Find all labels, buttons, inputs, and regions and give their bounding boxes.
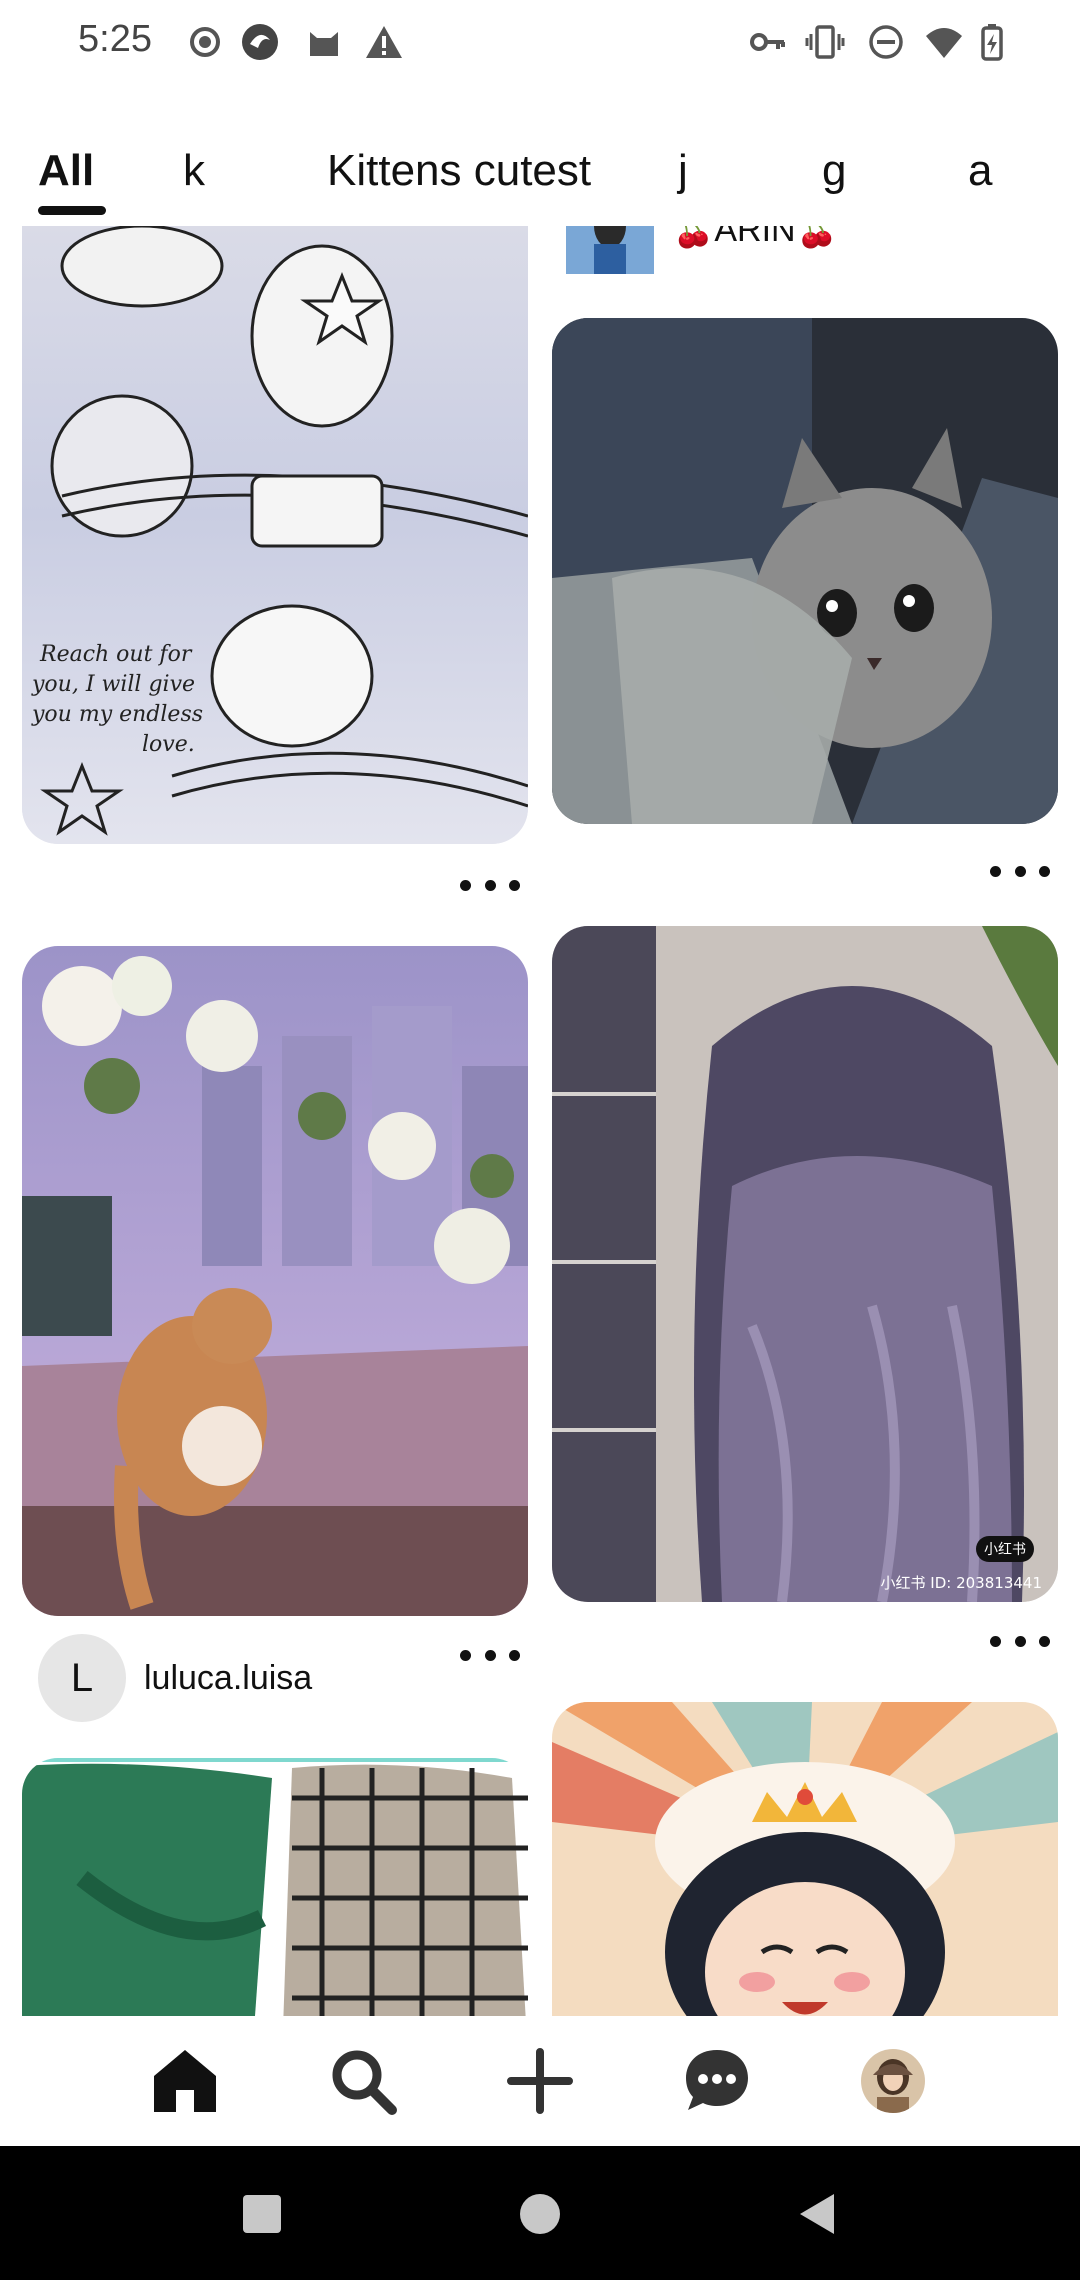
- pin-image: [22, 1758, 528, 2016]
- pin-purple-hair[interactable]: 小红书 小红书 ID: 203813441: [552, 926, 1058, 1602]
- pin-watermark: 小红书 ID: 203813441: [881, 1574, 1042, 1592]
- tab-g[interactable]: g: [822, 146, 846, 196]
- nav-search-button[interactable]: [318, 2036, 408, 2126]
- pin-image: [552, 1702, 1058, 2016]
- pin-scarves[interactable]: [22, 1758, 528, 2016]
- app-icon: [242, 24, 278, 60]
- nav-create-button[interactable]: [495, 2036, 585, 2126]
- profile-avatar: [861, 2049, 925, 2113]
- board-tabs: All k Kittens cutest j g a: [0, 130, 1080, 226]
- messages-icon: [686, 2050, 748, 2110]
- pin-more-button[interactable]: [460, 870, 520, 900]
- pin-author-luluca[interactable]: L luluca.luisa: [38, 1634, 312, 1722]
- nav-messages-button[interactable]: [672, 2036, 762, 2126]
- status-time: 5:25: [78, 18, 152, 60]
- pin-author-arin[interactable]: 🍒ARIN🍒: [566, 226, 838, 274]
- pin-image: [552, 318, 1058, 824]
- create-icon: [507, 2048, 573, 2114]
- tab-kittens-cutest[interactable]: Kittens cutest: [327, 146, 591, 196]
- pin-image: Reach out for you, I will give you my en…: [22, 226, 528, 844]
- back-icon: [800, 2194, 834, 2234]
- home-circle-icon: [520, 2194, 560, 2234]
- dnd-icon: [869, 25, 903, 59]
- pin-more-button[interactable]: [990, 856, 1050, 886]
- nav-profile-button[interactable]: [848, 2036, 938, 2126]
- tab-a[interactable]: a: [968, 146, 992, 196]
- system-navigation-bar: [0, 2146, 1080, 2280]
- pin-anime-girl[interactable]: [552, 1702, 1058, 2016]
- svg-text:小红书: 小红书: [984, 1542, 1026, 1558]
- author-name: luluca.luisa: [144, 1658, 313, 1697]
- tab-j[interactable]: j: [678, 146, 688, 196]
- back-button[interactable]: [786, 2182, 850, 2246]
- cat-icon: [310, 32, 338, 56]
- author-name: 🍒ARIN🍒: [672, 226, 838, 249]
- avatar: [566, 226, 654, 274]
- key-icon: [750, 33, 785, 51]
- recents-icon: [243, 2195, 281, 2233]
- pin-kitten-jacket[interactable]: [552, 318, 1058, 824]
- svg-text:Reach out for: Reach out for: [39, 642, 193, 667]
- svg-text:you my endless: you my endless: [31, 702, 203, 727]
- status-bar: 5:25: [0, 0, 1080, 88]
- avatar: L: [38, 1634, 126, 1722]
- vibrate-icon: [805, 25, 845, 59]
- nav-home-button[interactable]: [140, 2036, 230, 2126]
- pin-image: [22, 946, 528, 1616]
- tab-k[interactable]: k: [183, 146, 205, 196]
- pin-more-button[interactable]: [990, 1626, 1050, 1656]
- pin-more-button[interactable]: [460, 1640, 520, 1670]
- pin-image: 小红书 小红书 ID: 203813441: [552, 926, 1058, 1602]
- recents-button[interactable]: [230, 2182, 294, 2246]
- record-icon: [190, 27, 220, 57]
- pin-cat-window[interactable]: [22, 946, 528, 1616]
- battery-icon: [981, 24, 1003, 61]
- bottom-navigation: [0, 2016, 1080, 2146]
- pin-doodle-cats[interactable]: Reach out for you, I will give you my en…: [22, 226, 528, 844]
- pin-feed[interactable]: 🍒ARIN🍒 Reach out for you, I will give yo…: [0, 226, 1080, 2016]
- tab-all[interactable]: All: [38, 146, 94, 196]
- svg-text:love.: love.: [142, 732, 195, 757]
- wifi-icon: [926, 28, 962, 58]
- home-button[interactable]: [508, 2182, 572, 2246]
- svg-text:you, I will give: you, I will give: [31, 672, 195, 697]
- active-tab-indicator: [38, 206, 106, 215]
- home-icon: [154, 2050, 216, 2112]
- warning-icon: [366, 26, 402, 58]
- search-icon: [332, 2050, 397, 2115]
